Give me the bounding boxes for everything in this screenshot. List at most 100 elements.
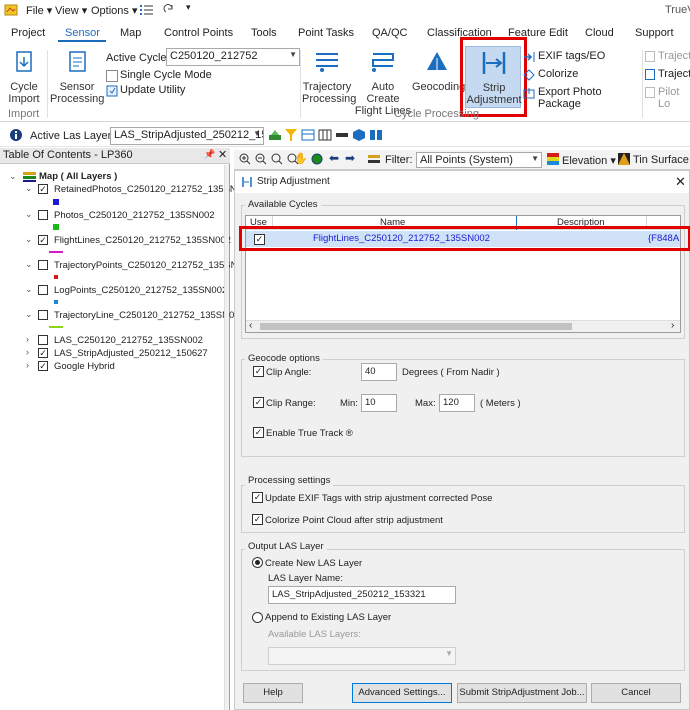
menu-options[interactable]: Options ▾ bbox=[91, 4, 138, 17]
layer-checkbox[interactable] bbox=[38, 210, 48, 220]
chevron-down-icon[interactable]: ⌄ bbox=[25, 259, 33, 270]
info-icon[interactable] bbox=[9, 128, 23, 145]
colorize-checkbox[interactable]: ✓ bbox=[252, 514, 263, 525]
create-new-radio[interactable] bbox=[252, 557, 263, 568]
forward-arrow-icon[interactable]: ➡ bbox=[345, 151, 355, 165]
tab-point-tasks[interactable]: Point Tasks bbox=[298, 27, 354, 39]
min-input[interactable]: 10 bbox=[361, 394, 397, 412]
filter-icon[interactable] bbox=[284, 128, 298, 145]
elevation-dropdown[interactable]: Elevation ▾ bbox=[562, 154, 616, 167]
toc-scrollbar[interactable] bbox=[224, 165, 229, 710]
layer-swatch bbox=[54, 300, 58, 304]
cycle-row-highlight bbox=[239, 226, 690, 251]
trajectory-button-2[interactable]: Trajecto bbox=[645, 68, 690, 82]
tab-sensor[interactable]: Sensor bbox=[65, 27, 100, 39]
globe-icon[interactable] bbox=[311, 153, 323, 168]
horizontal-scrollbar[interactable]: ‹ › bbox=[246, 320, 680, 332]
layer-checkbox[interactable]: ✓ bbox=[38, 361, 48, 371]
back-arrow-icon[interactable]: ⬅ bbox=[329, 151, 339, 165]
scroll-thumb[interactable] bbox=[260, 323, 572, 330]
tab-cloud[interactable]: Cloud bbox=[585, 27, 614, 39]
las-layer-name-input[interactable]: LAS_StripAdjusted_250212_153321 bbox=[268, 586, 456, 604]
ruler-icon[interactable] bbox=[335, 128, 349, 145]
sensor-processing-button[interactable]: Sensor Processing bbox=[50, 48, 104, 108]
trajectory-button-1[interactable]: Trajecto bbox=[645, 50, 690, 64]
layer-checkbox[interactable] bbox=[38, 310, 48, 320]
true-track-checkbox[interactable]: ✓ bbox=[253, 427, 264, 438]
menu-view[interactable]: View ▾ bbox=[55, 4, 87, 17]
layer-checkbox[interactable]: ✓ bbox=[38, 184, 48, 194]
tab-map[interactable]: Map bbox=[120, 27, 141, 39]
close-icon[interactable]: ✕ bbox=[218, 148, 227, 161]
clip-angle-checkbox[interactable]: ✓ bbox=[253, 366, 264, 377]
pilot-log-button[interactable]: Pilot Lo bbox=[645, 86, 690, 110]
filter-select[interactable]: All Points (System) ▼ bbox=[416, 152, 542, 168]
tab-support[interactable]: Support bbox=[635, 27, 674, 39]
layer-checkbox[interactable] bbox=[38, 285, 48, 295]
clip-angle-input[interactable]: 40 bbox=[361, 363, 397, 381]
export-photo-package-button[interactable]: Export Photo Package bbox=[523, 86, 641, 110]
tab-qa-qc[interactable]: QA/QC bbox=[372, 27, 407, 39]
chevron-down-icon[interactable]: ⌄ bbox=[25, 234, 33, 245]
degrees-label: Degrees ( From Nadir ) bbox=[402, 367, 500, 378]
layer-checkbox[interactable]: ✓ bbox=[38, 348, 48, 358]
cycle-import-button[interactable]: Cycle Import bbox=[4, 48, 44, 108]
grid-icon[interactable] bbox=[318, 128, 332, 145]
geocode-options-legend: Geocode options bbox=[245, 353, 323, 364]
close-icon[interactable]: ✕ bbox=[675, 174, 686, 190]
max-input[interactable]: 120 bbox=[439, 394, 475, 412]
list-icon[interactable] bbox=[140, 4, 154, 16]
chevron-down-icon[interactable]: ⌄ bbox=[25, 209, 33, 220]
chevron-right-icon[interactable]: › bbox=[26, 334, 29, 344]
active-cycle-select[interactable]: C250120_212752 ▼ bbox=[166, 48, 300, 66]
trajectory-processing-button[interactable]: Trajectory Processing bbox=[302, 48, 356, 108]
menu-options-label: Options bbox=[91, 5, 129, 17]
qat-dropdown-icon[interactable]: ▾ bbox=[186, 2, 191, 13]
chevron-down-icon[interactable]: ⌄ bbox=[25, 183, 33, 194]
layer-add-icon[interactable] bbox=[268, 128, 282, 145]
chevron-right-icon[interactable]: › bbox=[26, 360, 29, 370]
table-icon[interactable] bbox=[301, 128, 315, 145]
layer-name: LAS_C250120_212752_135SN002 bbox=[54, 335, 203, 346]
chevron-down-icon[interactable]: ⌄ bbox=[25, 309, 33, 320]
update-utility-button[interactable]: Update Utility bbox=[106, 84, 226, 98]
auto-create-flight-lines-button[interactable]: Auto Create Flight Lines bbox=[354, 48, 412, 117]
cube-icon[interactable] bbox=[352, 128, 366, 145]
chevron-down-icon[interactable]: ⌄ bbox=[9, 171, 17, 182]
geocoding-button[interactable]: Geocoding bbox=[412, 48, 465, 108]
app-icon[interactable] bbox=[4, 3, 18, 17]
layer-name: TrajectoryLine_C250120_212752_135SN002 bbox=[54, 310, 245, 321]
active-las-select[interactable]: LAS_StripAdjusted_250212_150 ▼ bbox=[110, 127, 264, 145]
zoom-in-icon[interactable] bbox=[239, 153, 251, 168]
clip-range-checkbox[interactable]: ✓ bbox=[253, 397, 264, 408]
submit-job-button[interactable]: Submit StripAdjustment Job... bbox=[457, 683, 587, 703]
scroll-left-icon[interactable]: ‹ bbox=[249, 320, 252, 331]
pin-icon[interactable]: 📌 bbox=[204, 149, 215, 160]
scroll-right-icon[interactable]: › bbox=[671, 320, 674, 331]
zoom-box-icon[interactable] bbox=[271, 153, 283, 168]
cancel-button[interactable]: Cancel bbox=[591, 683, 681, 703]
layer-filter-icon[interactable] bbox=[368, 153, 380, 168]
tab-control-points[interactable]: Control Points bbox=[164, 27, 233, 39]
split-icon[interactable] bbox=[369, 128, 383, 145]
colorize-button[interactable]: Colorize bbox=[523, 68, 633, 82]
advanced-settings-button[interactable]: Advanced Settings... bbox=[352, 683, 452, 703]
help-button[interactable]: Help bbox=[243, 683, 303, 703]
chevron-right-icon[interactable]: › bbox=[26, 347, 29, 357]
exif-tags-button[interactable]: EXIF tags/EO bbox=[523, 50, 633, 64]
append-existing-radio[interactable] bbox=[252, 612, 263, 623]
export-photo-package-label: Export Photo Package bbox=[538, 86, 602, 110]
tab-project[interactable]: Project bbox=[11, 27, 45, 39]
redo-icon[interactable] bbox=[163, 3, 175, 15]
update-exif-checkbox[interactable]: ✓ bbox=[252, 492, 263, 503]
available-las-layers-select[interactable]: ▼ bbox=[268, 647, 456, 665]
layer-checkbox[interactable] bbox=[38, 335, 48, 345]
single-cycle-mode-button[interactable]: Single Cycle Mode bbox=[106, 69, 226, 83]
chevron-down-icon[interactable]: ⌄ bbox=[25, 284, 33, 295]
menu-file[interactable]: File ▾ bbox=[26, 4, 52, 17]
tab-tools[interactable]: Tools bbox=[251, 27, 277, 39]
pan-hand-icon[interactable]: ✋ bbox=[294, 152, 308, 165]
layer-checkbox[interactable] bbox=[38, 260, 48, 270]
layer-checkbox[interactable]: ✓ bbox=[38, 235, 48, 245]
zoom-out-icon[interactable] bbox=[255, 153, 267, 168]
